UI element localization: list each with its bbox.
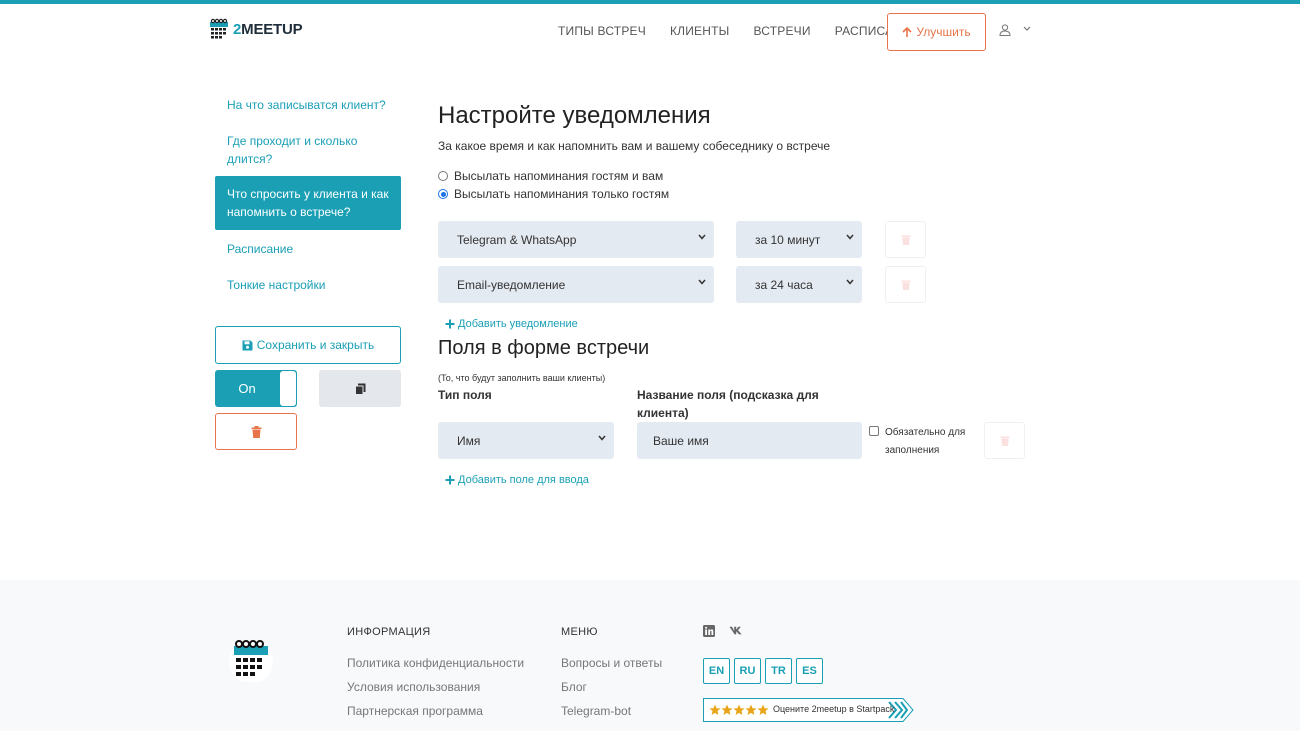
- lang-es-button[interactable]: ES: [796, 658, 823, 684]
- upgrade-label: Улучшить: [916, 25, 971, 39]
- notification-channel-select-2[interactable]: Email-уведомление: [438, 266, 714, 303]
- on-off-toggle[interactable]: On: [215, 370, 297, 407]
- nav-clients[interactable]: КЛИЕНТЫ: [670, 24, 730, 38]
- notification-channel-select-1[interactable]: Telegram & WhatsApp: [438, 221, 714, 258]
- delete-button[interactable]: [215, 413, 297, 450]
- sidebar-item-questions-reminders[interactable]: Что спросить у клиента и как напомнить о…: [215, 176, 401, 230]
- chevron-down-icon: [598, 435, 606, 441]
- top-accent-line: [0, 0, 1300, 4]
- add-notification-link[interactable]: Добавить уведомление: [445, 318, 578, 330]
- select-value: за 24 часа: [755, 277, 813, 292]
- radio-guests-only[interactable]: Высылать напоминания только гостям: [438, 187, 669, 201]
- form-fields-title: Поля в форме встречи: [438, 337, 650, 359]
- footer-info-heading: ИНФОРМАЦИЯ: [347, 626, 431, 638]
- add-notification-label: Добавить уведомление: [458, 318, 578, 330]
- field-name-input[interactable]: Ваше имя: [637, 422, 862, 459]
- plus-icon: [445, 475, 455, 485]
- footer-link-terms[interactable]: Условия использования: [347, 680, 480, 694]
- input-value: Ваше имя: [653, 433, 709, 448]
- delete-field-button[interactable]: [984, 422, 1025, 459]
- radio-button-checked[interactable]: [438, 189, 448, 199]
- footer-menu-heading: МЕНЮ: [561, 626, 598, 638]
- brand-logo[interactable]: 2MEETUP: [209, 18, 303, 40]
- chevron-down-icon[interactable]: [1023, 26, 1031, 32]
- field-type-select[interactable]: Имя: [438, 422, 614, 459]
- calendar-logo-icon: [210, 18, 228, 39]
- toggle-label: On: [238, 381, 256, 396]
- nav-meetings[interactable]: ВСТРЕЧИ: [753, 24, 810, 38]
- delete-notification-button-1[interactable]: [885, 221, 926, 258]
- startpack-label: Оцените 2meetup в Startpack: [773, 704, 895, 714]
- lang-ru-button[interactable]: RU: [734, 658, 761, 684]
- footer-link-telegram-bot[interactable]: Telegram-bot: [561, 704, 631, 718]
- lang-tr-button[interactable]: TR: [765, 658, 792, 684]
- trash-icon: [251, 425, 261, 438]
- footer-link-privacy[interactable]: Политика конфиденциальности: [347, 656, 524, 670]
- select-value: за 10 минут: [755, 232, 821, 247]
- linkedin-icon[interactable]: [703, 625, 715, 637]
- star-rating-icon: [709, 704, 769, 715]
- main-nav: ТИПЫ ВСТРЕЧ КЛИЕНТЫ ВСТРЕЧИ РАСПИСАНИЕ: [558, 24, 943, 38]
- upgrade-button[interactable]: Улучшить: [887, 13, 986, 51]
- select-value: Имя: [457, 433, 481, 448]
- user-icon[interactable]: [999, 24, 1011, 36]
- select-value: Email-уведомление: [457, 277, 566, 292]
- radio-button[interactable]: [438, 171, 448, 181]
- notifications-title: Настройте уведомления: [438, 102, 711, 129]
- field-name-label: Название поля (подсказка для клиента): [637, 388, 819, 420]
- calendar-logo-icon: [229, 640, 273, 682]
- notification-time-select-1[interactable]: за 10 минут: [736, 221, 862, 258]
- footer-link-blog[interactable]: Блог: [561, 680, 587, 694]
- add-field-link[interactable]: Добавить поле для ввода: [445, 474, 589, 486]
- nav-meeting-types[interactable]: ТИПЫ ВСТРЕЧ: [558, 24, 646, 38]
- chevron-down-icon: [846, 234, 854, 240]
- sidebar-item-fine-settings[interactable]: Тонкие настройки: [227, 276, 397, 294]
- footer-link-faq[interactable]: Вопросы и ответы: [561, 656, 662, 670]
- radio-label: Высылать напоминания только гостям: [454, 187, 670, 201]
- save-and-close-button[interactable]: Сохранить и закрыть: [215, 326, 401, 364]
- vk-icon[interactable]: [729, 626, 743, 635]
- trash-icon: [900, 235, 911, 245]
- copy-button[interactable]: [319, 370, 401, 407]
- sidebar-item-what-booking[interactable]: На что записыватся клиент?: [227, 96, 397, 114]
- footer-link-partner[interactable]: Партнерская программа: [347, 704, 483, 718]
- notifications-subtitle: За какое время и как напомнить вам и ваш…: [438, 139, 831, 153]
- floppy-disk-icon: [242, 340, 253, 350]
- sidebar-item-where-duration[interactable]: Где проходит и сколько длится?: [227, 132, 397, 168]
- radio-guests-and-you[interactable]: Высылать напоминания гостям и вам: [438, 169, 663, 183]
- toggle-knob: [280, 371, 296, 406]
- lang-en-button[interactable]: EN: [703, 658, 730, 684]
- required-checkbox-wrap[interactable]: Обязательно для заполнения: [869, 424, 969, 460]
- startpack-rating-badge[interactable]: Оцените 2meetup в Startpack: [703, 698, 914, 722]
- form-fields-note: (То, что будут заполнить ваши клиенты): [438, 373, 606, 383]
- delete-notification-button-2[interactable]: [885, 266, 926, 303]
- trash-icon: [900, 280, 911, 290]
- plus-icon: [445, 319, 455, 329]
- required-label: Обязательно для заполнения: [885, 427, 966, 456]
- field-type-label: Тип поля: [438, 388, 492, 402]
- sidebar-item-schedule[interactable]: Расписание: [227, 240, 397, 258]
- add-field-label: Добавить поле для ввода: [458, 474, 589, 486]
- radio-label: Высылать напоминания гостям и вам: [454, 169, 664, 183]
- brand-name: 2MEETUP: [233, 20, 303, 38]
- trash-icon: [999, 436, 1010, 446]
- arrow-up-icon: [902, 26, 912, 37]
- notification-time-select-2[interactable]: за 24 часа: [736, 266, 862, 303]
- select-value: Telegram & WhatsApp: [457, 232, 577, 247]
- chevron-down-icon: [698, 279, 706, 285]
- chevron-down-icon: [698, 234, 706, 240]
- copy-icon: [354, 383, 365, 395]
- save-label: Сохранить и закрыть: [256, 338, 375, 352]
- required-checkbox[interactable]: [869, 426, 879, 436]
- chevron-down-icon: [846, 279, 854, 285]
